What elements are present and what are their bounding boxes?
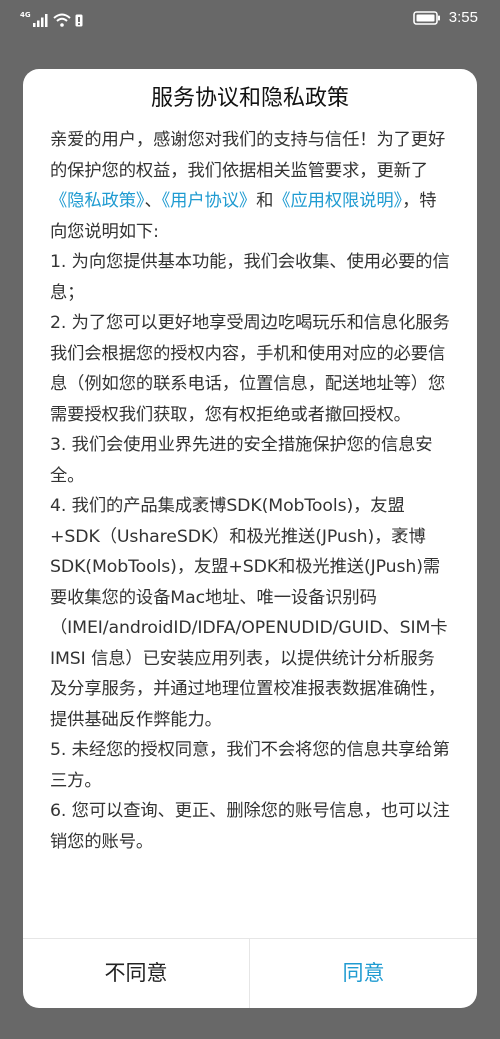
policy-item-1: 1. 为向您提供基本功能，我们会收集、使用必要的信息； (50, 252, 450, 303)
status-left-icons: 4G (20, 11, 83, 27)
intro-separator-and: 和 (256, 191, 274, 211)
intro-text: 亲爱的用户，感谢您对我们的支持与信任！为了更好的保护您的权益，我们依据相关监管要… (50, 130, 446, 181)
dialog-title: 服务协议和隐私政策 (150, 86, 349, 111)
policy-item-6: 6. 您可以查询、更正、删除您的账号信息，也可以注销您的账号。 (50, 801, 450, 852)
intro-paragraph: 亲爱的用户，感谢您对我们的支持与信任！为了更好的保护您的权益，我们依据相关监管要… (50, 125, 450, 247)
network-type-label: 4G (20, 11, 31, 19)
signal-icon (32, 14, 48, 27)
battery-icon (412, 10, 440, 25)
status-time: 3:55 (448, 9, 478, 26)
policy-item-4: 4. 我们的产品集成袤博SDK(MobTools)，友盟+SDK（UshareS… (50, 496, 448, 730)
status-right-icons: 3:55 (412, 9, 478, 26)
notification-icon (75, 14, 83, 27)
policy-item-2: 2. 为了您可以更好地享受周边吃喝玩乐和信息化服务我们会根据您的授权内容，手机和… (50, 313, 450, 425)
privacy-policy-dialog: 服务协议和隐私政策 亲爱的用户，感谢您对我们的支持与信任！为了更好的保护您的权益… (23, 69, 477, 1008)
policy-item-3: 3. 我们会使用业界先进的安全措施保护您的信息安全。 (50, 435, 433, 486)
status-bar: 4G 3:55 (0, 0, 500, 40)
policy-item-5: 5. 未经您的授权同意，我们不会将您的信息共享给第三方。 (50, 740, 450, 791)
agree-button[interactable]: 同意 (250, 939, 477, 1008)
intro-separator: 、 (144, 191, 162, 211)
dialog-content: 亲爱的用户，感谢您对我们的支持与信任！为了更好的保护您的权益，我们依据相关监管要… (50, 125, 450, 857)
wifi-icon (52, 13, 71, 27)
disagree-button[interactable]: 不同意 (23, 939, 249, 1008)
privacy-policy-link[interactable]: 《隐私政策》 (50, 191, 145, 211)
app-permission-link[interactable]: 《应用权限说明》 (273, 191, 402, 211)
user-agreement-link[interactable]: 《用户协议》 (162, 191, 257, 211)
